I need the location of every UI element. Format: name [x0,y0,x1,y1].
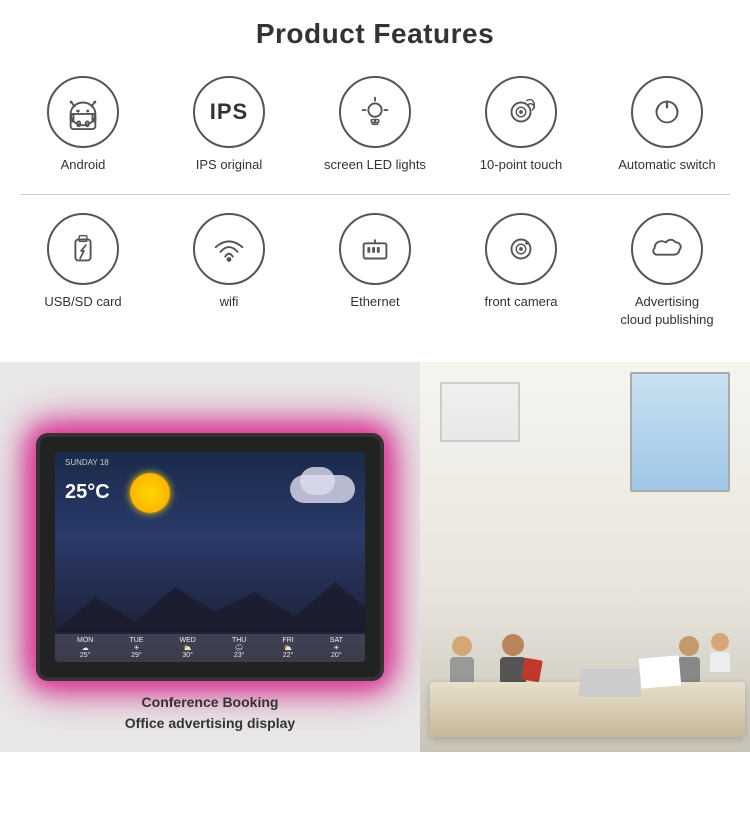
feature-usb-label: USB/SD card [44,293,121,311]
feature-ips: IPS IPS original [164,76,294,174]
wifi-icon [210,230,248,268]
feature-switch-label: Automatic switch [618,156,716,174]
touch-icon [502,93,540,131]
feature-cloud-label: Advertising cloud publishing [620,293,713,329]
ethernet-icon-circle [339,213,411,285]
ethernet-icon [356,230,394,268]
window-bg [630,372,730,492]
camera-icon-circle [485,213,557,285]
led-icon-circle [339,76,411,148]
bottom-right-panel [420,362,750,752]
switch-icon-circle [631,76,703,148]
mountain-silhouette [55,577,365,632]
section-divider [20,194,730,195]
whiteboard [440,382,520,442]
caption-line2: Office advertising display [125,713,295,734]
feature-ips-label: IPS original [196,156,262,174]
feature-touch: 10-point touch [456,76,586,174]
page-title: Product Features [0,0,750,66]
device-screen: SUNDAY 18 25°C MON☁25° TUE [40,437,380,677]
feature-usb: USB/SD card [18,213,148,311]
feature-switch: Automatic switch [602,76,732,174]
feature-wifi: wifi [164,213,294,311]
android-icon [64,93,102,131]
cloud-icon-circle [631,213,703,285]
feature-camera-label: front camera [485,293,558,311]
features-section: Android IPS IPS original [0,66,750,356]
ips-icon: IPS [210,99,248,125]
feature-led: screen LED lights [310,76,440,174]
android-icon-circle [47,76,119,148]
caption-line1: Conference Booking [125,692,295,713]
cloud-icon [648,230,686,268]
feature-camera: front camera [456,213,586,311]
feature-android: Android [18,76,148,174]
features-row-2: USB/SD card wifi [10,203,740,345]
meeting-scene [420,362,750,752]
features-row-1: Android IPS IPS original [10,66,740,190]
feature-touch-label: 10-point touch [480,156,562,174]
screen-display: SUNDAY 18 25°C MON☁25° TUE [55,452,365,662]
bottom-left-panel: SUNDAY 18 25°C MON☁25° TUE [0,362,420,752]
switch-icon [648,93,686,131]
usb-icon-circle [47,213,119,285]
bottom-section: SUNDAY 18 25°C MON☁25° TUE [0,362,750,752]
feature-android-label: Android [61,156,106,174]
usb-icon [64,230,102,268]
bottom-caption: Conference Booking Office advertising di… [125,692,295,734]
ips-icon-circle: IPS [193,76,265,148]
feature-led-label: screen LED lights [324,156,426,174]
led-icon [356,93,394,131]
feature-wifi-label: wifi [220,293,239,311]
touch-icon-circle [485,76,557,148]
feature-ethernet: Ethernet [310,213,440,311]
feature-ethernet-label: Ethernet [350,293,399,311]
wifi-icon-circle [193,213,265,285]
feature-cloud: Advertising cloud publishing [602,213,732,329]
camera-icon [502,230,540,268]
